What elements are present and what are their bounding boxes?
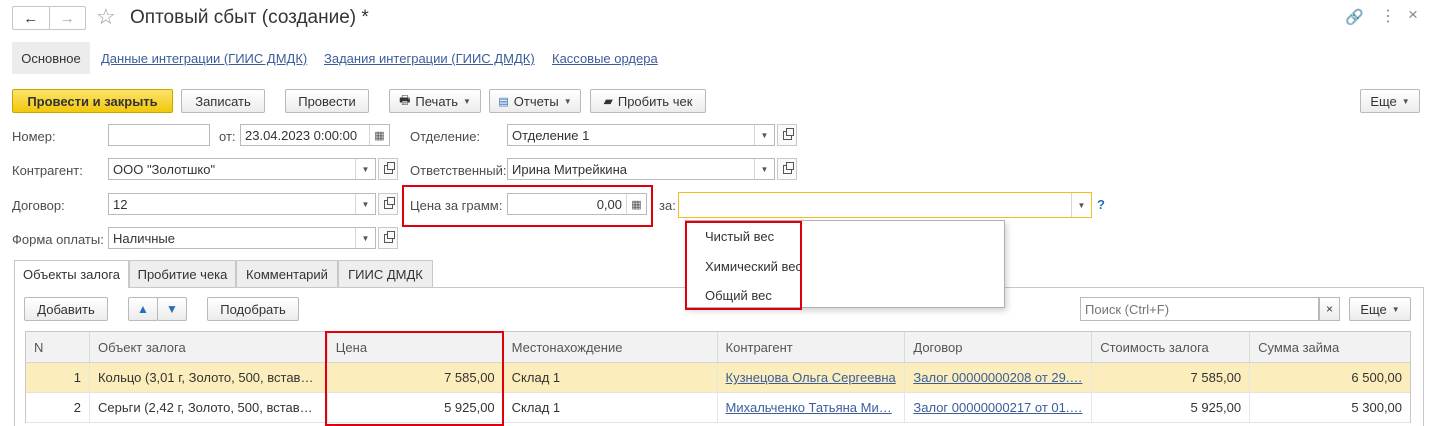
contractor-label: Контрагент:	[12, 163, 83, 178]
arrow-down-icon: ▼	[166, 302, 178, 316]
chevron-down-icon: ▼	[1391, 304, 1400, 314]
cash-register-icon: ▰	[603, 94, 613, 108]
table-header: N Объект залога Цена Местонахождение Кон…	[26, 332, 1410, 363]
chevron-down-icon[interactable]: ▼	[355, 159, 375, 179]
highlight-dropdown-options	[685, 221, 802, 310]
printer-icon: 🖶	[399, 92, 411, 107]
chevron-down-icon: ▼	[563, 96, 572, 106]
arrow-up-icon: ▲	[137, 302, 149, 316]
table-row[interactable]: 2 Серьги (2,42 г, Золото, 500, встав… 5 …	[26, 393, 1410, 423]
contractor-field[interactable]: ООО "Золотшко" ▼	[108, 158, 376, 180]
reports-button[interactable]: ▤ Отчеты ▼	[489, 89, 581, 113]
back-button[interactable]: ←	[13, 7, 50, 29]
table-more-button[interactable]: Еще ▼	[1349, 297, 1411, 321]
column-header[interactable]: Объект залога	[90, 332, 328, 362]
contract-link[interactable]: Залог 00000000208 от 29.…	[913, 370, 1082, 385]
report-icon: ▤	[498, 95, 509, 108]
table-row[interactable]: 1 Кольцо (3,01 г, Золото, 500, встав… 7 …	[26, 363, 1410, 393]
date-label: от:	[219, 129, 236, 144]
tab-giis-dmdk[interactable]: ГИИС ДМДК	[338, 260, 433, 287]
pledge-objects-table: N Объект залога Цена Местонахождение Кон…	[25, 331, 1411, 423]
department-open-icon[interactable]	[777, 124, 797, 146]
column-header[interactable]: Местонахождение	[504, 332, 718, 362]
responsible-label: Ответственный:	[410, 163, 507, 178]
section-tab-cash-orders[interactable]: Кассовые ордера	[552, 51, 658, 66]
print-button[interactable]: 🖶 Печать ▼	[389, 89, 481, 113]
column-header[interactable]: Стоимость залога	[1092, 332, 1251, 362]
chevron-down-icon[interactable]: ▼	[754, 125, 774, 145]
contract-open-icon[interactable]	[378, 193, 398, 215]
save-button[interactable]: Записать	[181, 89, 265, 113]
department-label: Отделение:	[410, 129, 481, 144]
highlight-price-column	[325, 331, 504, 426]
chevron-down-icon[interactable]: ▼	[355, 228, 375, 248]
payment-form-label: Форма оплаты:	[12, 232, 104, 247]
payment-form-field[interactable]: Наличные ▼	[108, 227, 376, 249]
post-button[interactable]: Провести	[285, 89, 369, 113]
tab-comment[interactable]: Комментарий	[236, 260, 338, 287]
pick-button[interactable]: Подобрать	[207, 297, 299, 321]
search-input[interactable]	[1080, 297, 1319, 321]
more-button[interactable]: Еще ▼	[1360, 89, 1420, 113]
link-icon[interactable]: 🔗	[1345, 8, 1364, 26]
help-icon[interactable]: ?	[1097, 197, 1105, 212]
more-vertical-icon[interactable]: ⋮	[1380, 6, 1396, 26]
chevron-down-icon[interactable]: ▼	[754, 159, 774, 179]
move-up-button[interactable]: ▲	[128, 297, 158, 321]
search-text-input[interactable]	[1081, 301, 1318, 317]
contract-link[interactable]: Залог 00000000217 от 01.…	[913, 400, 1082, 415]
contractor-open-icon[interactable]	[378, 158, 398, 180]
responsible-open-icon[interactable]	[777, 158, 797, 180]
favorite-star-icon[interactable]: ☆	[96, 4, 116, 30]
number-field[interactable]	[108, 124, 210, 146]
column-header[interactable]: Контрагент	[718, 332, 906, 362]
move-down-button[interactable]: ▼	[157, 297, 187, 321]
column-header[interactable]: Сумма займа	[1250, 332, 1410, 362]
date-field[interactable]: 23.04.2023 0:00:00 ▦	[240, 124, 390, 146]
forward-button[interactable]: →	[50, 7, 86, 29]
weight-type-select[interactable]: ▼	[678, 192, 1092, 218]
number-label: Номер:	[12, 129, 56, 144]
nav-buttons: ← →	[12, 6, 86, 30]
tab-receipt[interactable]: Пробитие чека	[129, 260, 236, 287]
print-receipt-button[interactable]: ▰ Пробить чек	[590, 89, 706, 113]
contractor-link[interactable]: Михальченко Татьяна Ми…	[726, 400, 892, 415]
post-and-close-button[interactable]: Провести и закрыть	[12, 89, 173, 113]
department-field[interactable]: Отделение 1 ▼	[507, 124, 775, 146]
page-title: Оптовый сбыт (создание) *	[130, 7, 369, 28]
tab-pledge-objects[interactable]: Объекты залога	[14, 260, 129, 288]
search-clear-button[interactable]: ×	[1319, 297, 1340, 321]
contractor-link[interactable]: Кузнецова Ольга Сергеевна	[726, 370, 896, 385]
add-button[interactable]: Добавить	[24, 297, 108, 321]
per-label: за:	[659, 198, 676, 213]
section-tab-integration-tasks[interactable]: Задания интеграции (ГИИС ДМДК)	[324, 51, 535, 66]
highlight-price-per-gram	[402, 185, 653, 227]
responsible-field[interactable]: Ирина Митрейкина ▼	[507, 158, 775, 180]
chevron-down-icon: ▼	[1401, 96, 1410, 106]
column-header[interactable]: Договор	[905, 332, 1093, 362]
contract-field[interactable]: 12 ▼	[108, 193, 376, 215]
close-icon[interactable]: ×	[1408, 5, 1418, 25]
payment-form-open-icon[interactable]	[378, 227, 398, 249]
chevron-down-icon[interactable]: ▼	[1071, 193, 1091, 217]
calendar-icon[interactable]: ▦	[369, 125, 389, 145]
column-header[interactable]: N	[26, 332, 90, 362]
chevron-down-icon[interactable]: ▼	[355, 194, 375, 214]
contract-label: Договор:	[12, 198, 65, 213]
section-tab-main[interactable]: Основное	[12, 42, 90, 74]
chevron-down-icon: ▼	[463, 96, 471, 106]
section-tab-integration-data[interactable]: Данные интеграции (ГИИС ДМДК)	[101, 51, 307, 66]
